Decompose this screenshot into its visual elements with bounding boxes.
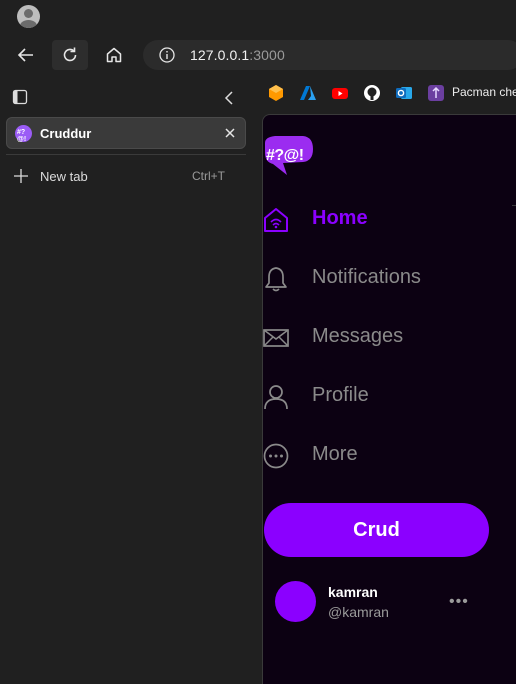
tab-actions-icon[interactable]	[12, 89, 28, 105]
nav-messages[interactable]: Messages	[263, 317, 516, 357]
refresh-button[interactable]	[52, 40, 88, 70]
nav-profile-label: Profile	[312, 384, 369, 406]
favicon-text: #?@!	[17, 129, 27, 143]
cruddur-favicon-icon: #?@!	[15, 125, 32, 143]
browser-toolbar: 127.0.0.1:3000	[0, 34, 516, 76]
arrow-left-icon	[17, 48, 33, 62]
avatar-head	[24, 9, 33, 18]
nav-home[interactable]: Home	[263, 199, 516, 239]
url-host: 127.0.0.1	[190, 47, 250, 63]
aws-icon[interactable]	[267, 84, 285, 102]
tab-title: Cruddur	[40, 126, 92, 141]
home-icon	[106, 47, 122, 63]
person-icon	[264, 385, 288, 410]
bookmark-app-icon[interactable]	[427, 84, 445, 102]
browser-profile-avatar[interactable]	[17, 5, 40, 28]
collapse-sidebar-icon[interactable]	[222, 90, 236, 106]
tab-cruddur[interactable]: #?@! Cruddur	[6, 117, 246, 149]
nav-notifications-label: Notifications	[312, 266, 421, 288]
youtube-icon[interactable]	[331, 84, 349, 102]
user-display-name: kamran	[328, 584, 378, 600]
user-avatar[interactable]	[275, 581, 316, 622]
content-divider	[512, 205, 516, 206]
new-tab-shortcut: Ctrl+T	[192, 169, 225, 183]
nav-messages-label: Messages	[312, 325, 404, 347]
outlook-icon[interactable]	[395, 84, 413, 102]
github-icon[interactable]	[363, 84, 381, 102]
nav-more[interactable]: More	[263, 435, 516, 475]
nav-more-label: More	[312, 443, 358, 465]
home-button[interactable]	[96, 40, 132, 70]
user-menu-more-icon[interactable]: •••	[449, 593, 469, 611]
logo-text: #?@!	[266, 147, 304, 164]
home-icon	[264, 208, 288, 232]
user-handle: @kamran	[328, 604, 389, 620]
back-button[interactable]	[8, 40, 44, 70]
new-tab-label: New tab	[40, 169, 88, 184]
sidebar-divider	[6, 154, 246, 155]
avatar-body	[20, 20, 37, 28]
azure-icon[interactable]	[299, 84, 317, 102]
plus-icon	[14, 169, 28, 183]
more-circle-icon	[263, 443, 289, 469]
refresh-icon	[63, 47, 77, 62]
crud-button[interactable]: Crud	[264, 503, 489, 557]
url-port: :3000	[249, 47, 285, 63]
new-tab-button[interactable]: New tab Ctrl+T	[0, 164, 252, 188]
vertical-tabs-sidebar: #?@! Cruddur New tab Ctrl+T	[0, 76, 252, 684]
nav-home-label: Home	[312, 207, 368, 229]
bell-icon	[265, 267, 287, 292]
envelope-icon	[263, 329, 289, 347]
bookmark-pacman[interactable]: Pacman che	[452, 85, 516, 99]
title-bar	[0, 0, 516, 34]
web-content: #?@! Home Notifications Messages Profile	[262, 114, 516, 684]
url-text: 127.0.0.1:3000	[190, 47, 285, 63]
close-tab-icon[interactable]	[224, 127, 236, 139]
site-info-icon[interactable]	[159, 47, 175, 63]
nav-profile[interactable]: Profile	[263, 376, 516, 416]
nav-notifications[interactable]: Notifications	[263, 258, 516, 298]
address-bar[interactable]: 127.0.0.1:3000	[143, 40, 516, 70]
